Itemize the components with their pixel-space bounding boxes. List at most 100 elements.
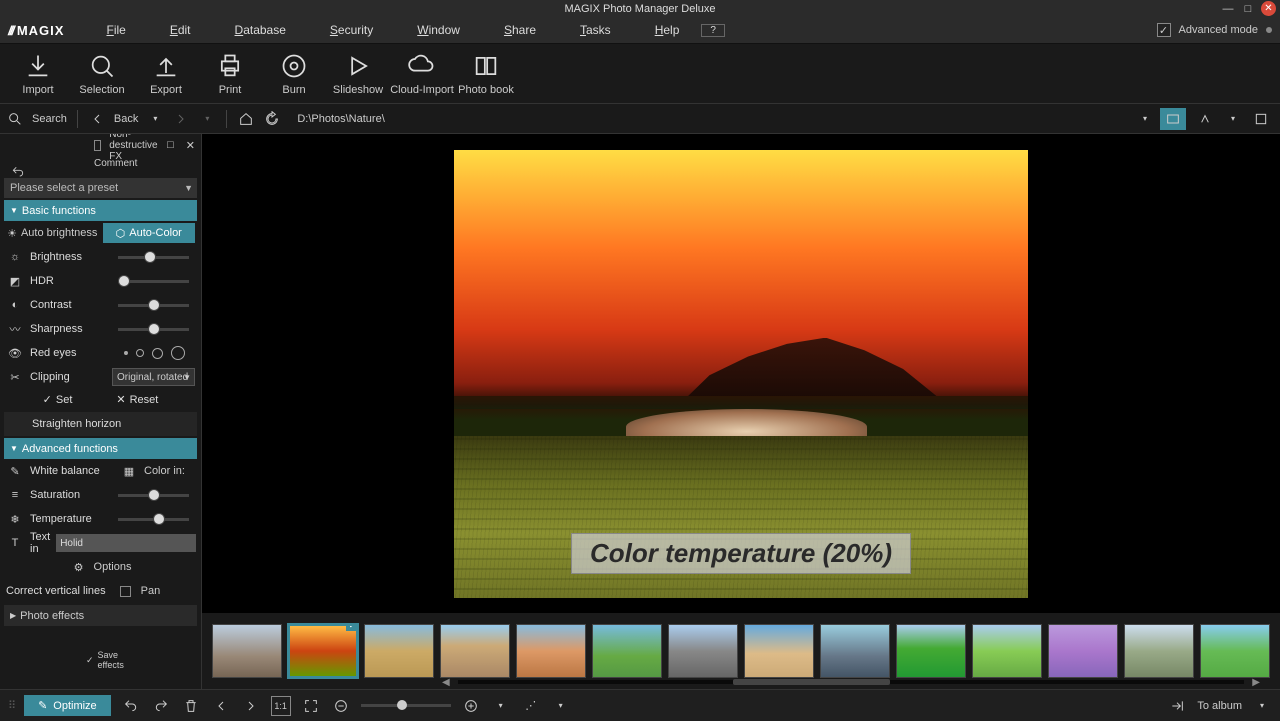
preview-canvas[interactable]: Color temperature (20%) — [202, 134, 1280, 613]
thumbnail-12[interactable] — [1048, 624, 1118, 678]
menu-security[interactable]: Security — [308, 23, 395, 37]
menu-tasks[interactable]: Tasks — [558, 23, 633, 37]
back-dropdown-icon[interactable]: ▾ — [146, 110, 164, 128]
thumbnail-6[interactable] — [592, 624, 662, 678]
preset-select[interactable]: Please select a preset▼ — [4, 178, 197, 198]
menu-help[interactable]: Help — [633, 23, 702, 37]
nondestructive-checkbox[interactable] — [94, 140, 101, 151]
comment-label[interactable]: Comment — [94, 158, 137, 169]
effects-icon[interactable]: ⋰ — [521, 696, 541, 716]
panel-maximize-icon[interactable]: □ — [167, 139, 174, 151]
auto-color-button[interactable]: ⬡Auto-Color — [103, 223, 196, 243]
view-single-button[interactable] — [1160, 108, 1186, 130]
export-button[interactable]: Export — [134, 52, 198, 96]
fullscreen-icon[interactable] — [301, 696, 321, 716]
auto-brightness-button[interactable]: ☀Auto brightness — [6, 223, 99, 243]
clipping-select[interactable]: Original, rotated▼ — [112, 368, 195, 386]
effects-dropdown-icon[interactable]: ▾ — [551, 696, 571, 716]
minimize-button[interactable]: — — [1221, 2, 1235, 16]
import-button[interactable]: Import — [6, 52, 70, 96]
path-dropdown-icon[interactable]: ▾ — [1136, 110, 1154, 128]
panel-close-icon[interactable]: ✕ — [186, 139, 195, 152]
menu-help-extra[interactable]: ? — [701, 24, 725, 37]
scroll-right-icon[interactable]: ▶ — [1252, 677, 1260, 688]
refresh-icon[interactable] — [263, 110, 281, 128]
set-button[interactable]: ✓ Set — [27, 391, 89, 408]
zoom-in-icon[interactable] — [461, 696, 481, 716]
filmstrip-scrollbar[interactable]: ◀ ▶ — [442, 677, 1260, 687]
selection-button[interactable]: Selection — [70, 52, 134, 96]
reset-button[interactable]: ✕ Reset — [100, 391, 174, 408]
delete-icon[interactable] — [181, 696, 201, 716]
thumbnail-2[interactable]: ✓ — [288, 624, 358, 678]
menu-share[interactable]: Share — [482, 23, 558, 37]
advanced-functions-header[interactable]: ▼Advanced functions — [4, 438, 197, 459]
save-effects-button[interactable]: ✓Saveeffects — [86, 650, 124, 670]
textin-input[interactable] — [56, 534, 196, 552]
thumbnail-9[interactable] — [820, 624, 890, 678]
search-icon[interactable] — [6, 110, 24, 128]
view-compare-button[interactable] — [1192, 108, 1218, 130]
zoom-out-icon[interactable] — [331, 696, 351, 716]
advanced-mode-toggle[interactable]: ✓ Advanced mode — [1157, 23, 1259, 37]
menu-window[interactable]: Window — [395, 23, 482, 37]
view-panel-button[interactable] — [1248, 108, 1274, 130]
menu-edit[interactable]: Edit — [148, 23, 213, 37]
close-button[interactable]: ✕ — [1261, 1, 1276, 16]
thumbnail-3[interactable] — [364, 624, 434, 678]
thumbnail-10[interactable] — [896, 624, 966, 678]
hdr-slider[interactable] — [118, 280, 189, 283]
home-icon[interactable] — [237, 110, 255, 128]
back-label[interactable]: Back — [114, 113, 138, 125]
thumbnail-7[interactable] — [668, 624, 738, 678]
menu-file[interactable]: File — [84, 23, 147, 37]
straighten-button[interactable]: Straighten horizon — [10, 418, 121, 430]
print-button[interactable]: Print — [198, 52, 262, 96]
fit-icon[interactable]: 1:1 — [271, 696, 291, 716]
whitebalance-label[interactable]: White balance — [30, 465, 106, 477]
brightness-slider[interactable] — [118, 256, 189, 259]
prev-icon[interactable] — [211, 696, 231, 716]
basic-functions-header[interactable]: ▼Basic functions — [4, 200, 197, 221]
pan-checkbox[interactable] — [120, 586, 131, 597]
thumbnail-14[interactable] — [1200, 624, 1270, 678]
redeye-size-picker[interactable] — [124, 346, 185, 360]
thumbnail-11[interactable] — [972, 624, 1042, 678]
zoom-slider[interactable] — [361, 704, 451, 707]
optimize-button[interactable]: ✎Optimize — [24, 695, 111, 716]
forward-dropdown-icon[interactable]: ▾ — [198, 110, 216, 128]
contrast-slider[interactable] — [118, 304, 189, 307]
correct-vertical-button[interactable]: Correct vertical lines — [6, 585, 106, 597]
forward-icon[interactable] — [172, 110, 190, 128]
thumbnail-5[interactable] — [516, 624, 586, 678]
colorin-label[interactable]: Color in: — [144, 465, 185, 477]
redo-bottom-icon[interactable] — [151, 696, 171, 716]
menu-database[interactable]: Database — [213, 23, 308, 37]
sharpness-slider[interactable] — [118, 328, 189, 331]
toalbum-icon[interactable] — [1167, 696, 1187, 716]
thumbnail-8[interactable] — [744, 624, 814, 678]
thumbnail-1[interactable] — [212, 624, 282, 678]
options-button[interactable]: Options — [94, 561, 132, 573]
view-dropdown-icon[interactable]: ▾ — [1224, 110, 1242, 128]
back-icon[interactable] — [88, 110, 106, 128]
maximize-button[interactable]: □ — [1241, 2, 1255, 16]
undo-bottom-icon[interactable] — [121, 696, 141, 716]
temperature-slider[interactable] — [118, 518, 189, 521]
saturation-slider[interactable] — [118, 494, 189, 497]
thumbnail-13[interactable] — [1124, 624, 1194, 678]
slideshow-button[interactable]: Slideshow — [326, 52, 390, 96]
advanced-mode-checkbox[interactable]: ✓ — [1157, 23, 1171, 37]
thumbnail-4[interactable] — [440, 624, 510, 678]
zoom-dropdown-icon[interactable]: ▾ — [491, 696, 511, 716]
cloud-import-button[interactable]: Cloud-Import — [390, 52, 454, 96]
next-icon[interactable] — [241, 696, 261, 716]
scroll-left-icon[interactable]: ◀ — [442, 677, 450, 688]
burn-button[interactable]: Burn — [262, 52, 326, 96]
toalbum-button[interactable]: To album — [1197, 700, 1242, 712]
photo-effects-header[interactable]: ▶Photo effects — [4, 605, 197, 626]
toalbum-dropdown-icon[interactable]: ▾ — [1252, 696, 1272, 716]
search-label[interactable]: Search — [32, 113, 67, 125]
photobook-button[interactable]: Photo book — [454, 52, 518, 96]
path-text[interactable]: D:\Photos\Nature\ — [297, 113, 384, 125]
